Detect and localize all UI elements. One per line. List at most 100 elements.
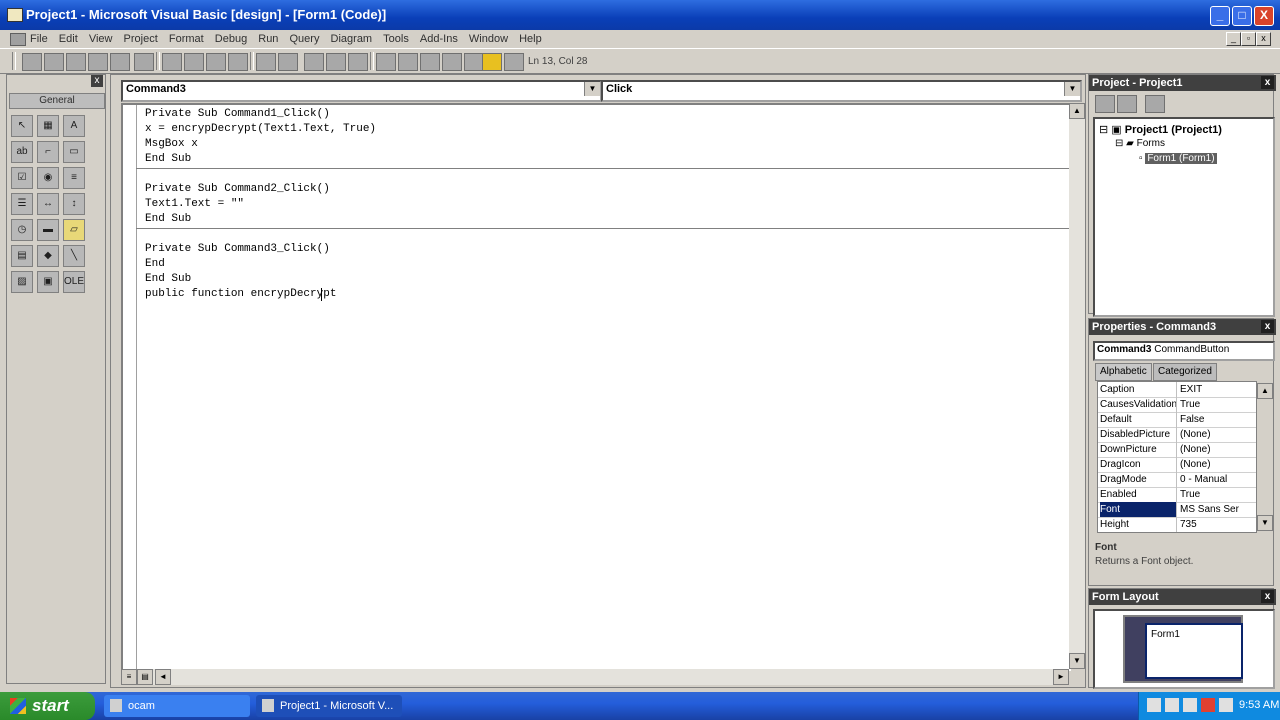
property-row[interactable]: DisabledPicture (None): [1098, 427, 1256, 443]
frame-tool-icon[interactable]: ⌐: [37, 141, 59, 163]
menu-view[interactable]: View: [89, 33, 113, 45]
menu-debug[interactable]: Debug: [215, 33, 247, 45]
toggle-folders-icon[interactable]: [1145, 95, 1165, 113]
save-icon[interactable]: [134, 53, 154, 71]
tab-categorized[interactable]: Categorized: [1153, 363, 1217, 381]
property-value[interactable]: MS Sans Ser: [1180, 502, 1254, 517]
scroll-left-icon[interactable]: ◄: [155, 669, 171, 685]
ole-tool-icon[interactable]: OLE: [63, 271, 85, 293]
code-line[interactable]: public function encrypDecrypt: [145, 287, 336, 302]
menu-format[interactable]: Format: [169, 33, 204, 45]
data-view-icon[interactable]: [482, 53, 502, 71]
property-value[interactable]: False: [1180, 412, 1254, 427]
property-value[interactable]: (None): [1180, 427, 1254, 442]
optionbutton-tool-icon[interactable]: ◉: [37, 167, 59, 189]
object-browser-icon[interactable]: [442, 53, 462, 71]
object-dropdown[interactable]: Command3 ▼: [121, 80, 602, 102]
picturebox-tool-icon[interactable]: ▦: [37, 115, 59, 137]
margin-indicator-bar[interactable]: [123, 105, 137, 671]
property-row[interactable]: DownPicture (None): [1098, 442, 1256, 458]
undo-icon[interactable]: [256, 53, 276, 71]
mdi-minimize-button[interactable]: _: [1226, 32, 1241, 46]
full-module-view-icon[interactable]: ▤: [137, 669, 153, 685]
view-code-icon[interactable]: [1095, 95, 1115, 113]
menu-edit[interactable]: Edit: [59, 33, 78, 45]
task-ocam[interactable]: ocam: [104, 695, 250, 717]
menu-project[interactable]: Project: [124, 33, 158, 45]
code-line[interactable]: Text1.Text = "": [145, 197, 244, 212]
property-value[interactable]: (None): [1180, 442, 1254, 457]
cut-icon[interactable]: [162, 53, 182, 71]
code-line[interactable]: x = encrypDecrypt(Text1.Text, True): [145, 122, 376, 137]
toolbox-close-button[interactable]: x: [91, 75, 103, 87]
close-button[interactable]: X: [1254, 6, 1274, 26]
tab-alphabetic[interactable]: Alphabetic: [1095, 363, 1152, 381]
form1-preview[interactable]: Form1: [1145, 623, 1243, 679]
menu-window[interactable]: Window: [469, 33, 508, 45]
open-folder-icon[interactable]: [110, 53, 130, 71]
task-visual-basic[interactable]: Project1 - Microsoft V...: [256, 695, 402, 717]
property-row[interactable]: CausesValidation True: [1098, 397, 1256, 413]
image-tool-icon[interactable]: ▨: [11, 271, 33, 293]
vertical-scrollbar[interactable]: ▲ ▼: [1069, 103, 1085, 669]
tray-icon[interactable]: [1147, 698, 1161, 712]
minimize-button[interactable]: _: [1210, 6, 1230, 26]
property-row[interactable]: Font MS Sans Ser: [1098, 502, 1256, 518]
property-value[interactable]: 735: [1180, 517, 1254, 532]
property-value[interactable]: (None): [1180, 457, 1254, 472]
scroll-up-icon[interactable]: ▲: [1069, 103, 1085, 119]
menu-diagram[interactable]: Diagram: [331, 33, 373, 45]
tray-icon[interactable]: [1165, 698, 1179, 712]
line-tool-icon[interactable]: ╲: [63, 245, 85, 267]
property-row[interactable]: DragIcon (None): [1098, 457, 1256, 473]
toolbar-grip[interactable]: [12, 52, 16, 70]
code-line[interactable]: End Sub: [145, 212, 191, 227]
break-icon[interactable]: [326, 53, 346, 71]
paste-icon[interactable]: [206, 53, 226, 71]
menu-editor-icon[interactable]: [66, 53, 86, 71]
tree-node-forms[interactable]: ⊟ ▰ Forms: [1115, 138, 1165, 149]
shape-tool-icon[interactable]: ◆: [37, 245, 59, 267]
form-layout-icon[interactable]: [420, 53, 440, 71]
chevron-down-icon[interactable]: ▼: [584, 82, 600, 96]
label-tool-icon[interactable]: A: [63, 115, 85, 137]
pointer-tool-icon[interactable]: ↖: [11, 115, 33, 137]
redo-icon[interactable]: [278, 53, 298, 71]
property-row[interactable]: Caption EXIT: [1098, 382, 1256, 398]
view-object-icon[interactable]: [1117, 95, 1137, 113]
mdi-close-button[interactable]: x: [1256, 32, 1271, 46]
close-icon[interactable]: x: [1261, 590, 1274, 603]
code-line[interactable]: End Sub: [145, 152, 191, 167]
chevron-down-icon[interactable]: ▼: [1064, 82, 1080, 96]
property-value[interactable]: EXIT: [1180, 382, 1254, 397]
scroll-down-icon[interactable]: ▼: [1069, 653, 1085, 669]
code-line[interactable]: End Sub: [145, 272, 191, 287]
component-manager-icon[interactable]: [504, 53, 524, 71]
code-line[interactable]: MsgBox x: [145, 137, 198, 152]
menu-help[interactable]: Help: [519, 33, 542, 45]
start-run-icon[interactable]: [304, 53, 324, 71]
code-line[interactable]: Private Sub Command1_Click(): [145, 107, 330, 122]
code-window-icon[interactable]: [10, 33, 26, 46]
property-row[interactable]: Enabled True: [1098, 487, 1256, 503]
procedure-dropdown[interactable]: Click ▼: [601, 80, 1082, 102]
property-row[interactable]: Height 735: [1098, 517, 1256, 532]
textbox-tool-icon[interactable]: ab: [11, 141, 33, 163]
filelistbox-tool-icon[interactable]: ▤: [11, 245, 33, 267]
horizontal-scrollbar[interactable]: ≡ ▤ ◄ ►: [121, 669, 1069, 685]
volume-icon[interactable]: [1219, 698, 1233, 712]
code-editor[interactable]: Private Sub Command1_Click() x = encrypD…: [121, 103, 1071, 671]
code-line[interactable]: Private Sub Command2_Click(): [145, 182, 330, 197]
data-tool-icon[interactable]: ▣: [37, 271, 59, 293]
dirlistbox-tool-icon[interactable]: ▱: [63, 219, 85, 241]
code-line[interactable]: Private Sub Command3_Click(): [145, 242, 330, 257]
timer-tool-icon[interactable]: ◷: [11, 219, 33, 241]
tray-icon[interactable]: [1183, 698, 1197, 712]
properties-window-icon[interactable]: [398, 53, 418, 71]
code-line[interactable]: End: [145, 257, 165, 272]
tree-node-form1[interactable]: ▫ Form1 (Form1): [1139, 153, 1217, 164]
checkbox-tool-icon[interactable]: ☑: [11, 167, 33, 189]
property-value[interactable]: True: [1180, 487, 1254, 502]
mdi-restore-button[interactable]: ▫: [1241, 32, 1256, 46]
drivelistbox-tool-icon[interactable]: ▬: [37, 219, 59, 241]
